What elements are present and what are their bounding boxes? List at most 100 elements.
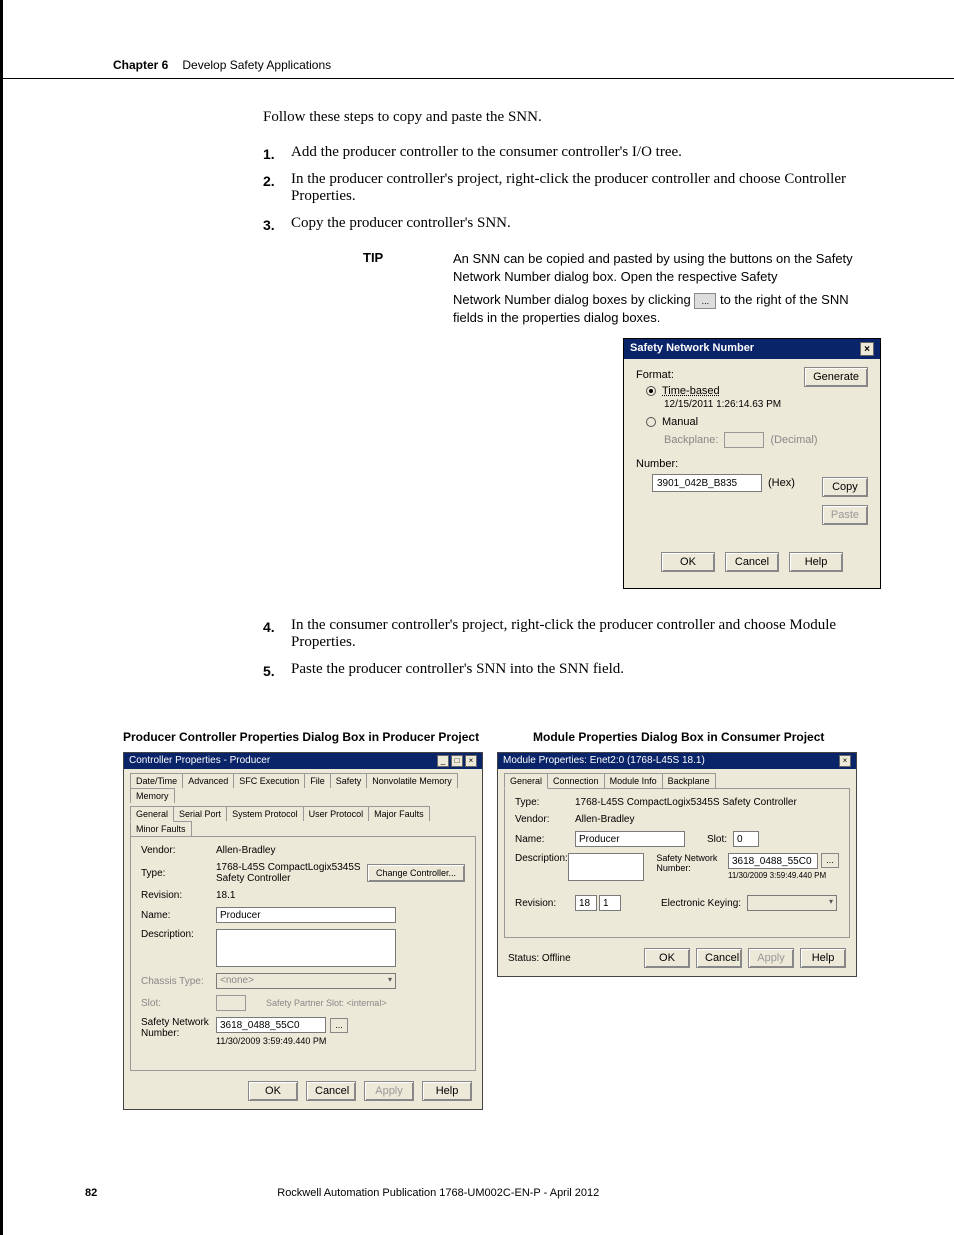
steps-list-2: 4.In the consumer controller's project, … xyxy=(263,617,879,678)
radio-icon xyxy=(646,417,656,427)
steps-list: 1.Add the producer controller to the con… xyxy=(263,144,879,232)
snn-input[interactable] xyxy=(728,853,818,869)
snn-title-text: Safety Network Number xyxy=(630,342,754,356)
main-content: Follow these steps to copy and paste the… xyxy=(3,79,954,678)
step-2: 2.In the producer controller's project, … xyxy=(291,171,879,205)
dlg2-tabs: General Connection Module Info Backplane xyxy=(498,769,856,788)
tip-line1: An SNN can be copied and pasted by using… xyxy=(453,250,879,285)
close-icon[interactable]: × xyxy=(465,755,477,767)
tab-memory[interactable]: Memory xyxy=(130,788,175,803)
snn-input[interactable] xyxy=(216,1017,326,1033)
number-label: Number: xyxy=(636,458,868,470)
snn-number-input[interactable] xyxy=(652,474,762,492)
type-value: 1768-L45S CompactLogix5345S Safety Contr… xyxy=(575,797,797,808)
help-button[interactable]: Help xyxy=(789,552,843,572)
timestamp-text: 12/15/2011 1:26:14.63 PM xyxy=(664,399,868,410)
page-header: Chapter 6 Develop Safety Applications xyxy=(3,50,954,79)
tab-connection[interactable]: Connection xyxy=(547,773,605,788)
dlg1-tabs-bot: General Serial Port System Protocol User… xyxy=(124,802,482,836)
page-number: 82 xyxy=(85,1187,97,1199)
tab-file[interactable]: File xyxy=(304,773,331,788)
tab-general[interactable]: General xyxy=(130,806,174,822)
tab-advanced[interactable]: Advanced xyxy=(182,773,234,788)
tab-datetime[interactable]: Date/Time xyxy=(130,773,183,788)
tab-backplane[interactable]: Backplane xyxy=(662,773,716,788)
tab-userproto[interactable]: User Protocol xyxy=(303,806,370,821)
tab-nvmem[interactable]: Nonvolatile Memory xyxy=(366,773,458,788)
step-1: 1.Add the producer controller to the con… xyxy=(291,144,879,161)
manual-radio[interactable]: Manual xyxy=(646,416,868,428)
generate-button[interactable]: Generate xyxy=(804,367,868,387)
tab-serial[interactable]: Serial Port xyxy=(173,806,227,821)
hex-label: (Hex) xyxy=(768,477,795,489)
copy-button[interactable]: Copy xyxy=(822,477,868,497)
tab-moduleinfo[interactable]: Module Info xyxy=(604,773,663,788)
dlg1-tabs-top: Date/Time Advanced SFC Execution File Sa… xyxy=(124,769,482,803)
apply-button: Apply xyxy=(748,948,794,968)
desc-textarea[interactable] xyxy=(568,853,645,881)
type-value: 1768-L45S CompactLogix5345S Safety Contr… xyxy=(216,862,361,884)
backplane-input xyxy=(724,432,764,448)
ok-button[interactable]: OK xyxy=(248,1081,298,1101)
chapter-label: Chapter 6 xyxy=(113,58,168,72)
tab-safety[interactable]: Safety xyxy=(330,773,368,788)
ok-button[interactable]: OK xyxy=(661,552,715,572)
tab-minorfaults[interactable]: Minor Faults xyxy=(130,821,192,836)
tab-general[interactable]: General xyxy=(504,773,548,789)
step-4: 4.In the consumer controller's project, … xyxy=(291,617,879,651)
ok-button[interactable]: OK xyxy=(644,948,690,968)
vendor-value: Allen-Bradley xyxy=(216,845,275,856)
slot-input xyxy=(216,995,246,1011)
radio-icon xyxy=(646,386,656,396)
cancel-button[interactable]: Cancel xyxy=(725,552,779,572)
dlg1-panel: Vendor:Allen-Bradley Type: 1768-L45S Com… xyxy=(130,836,476,1071)
cancel-button[interactable]: Cancel xyxy=(306,1081,356,1101)
tab-sfc[interactable]: SFC Execution xyxy=(233,773,305,788)
rev-minor-input[interactable] xyxy=(599,895,621,911)
vendor-value: Allen-Bradley xyxy=(575,814,634,825)
change-controller-button[interactable]: Change Controller... xyxy=(367,864,465,882)
caption-consumer: Module Properties Dialog Box in Consumer… xyxy=(533,730,824,744)
help-button[interactable]: Help xyxy=(800,948,846,968)
tip-label: TIP xyxy=(363,250,453,285)
tip-line2: Network Number dialog boxes by clicking … xyxy=(453,291,879,326)
rev-major-input[interactable] xyxy=(575,895,597,911)
minimize-icon[interactable]: _ xyxy=(437,755,449,767)
page-footer: 82 Rockwell Automation Publication 1768-… xyxy=(3,1187,954,1199)
close-icon[interactable]: × xyxy=(839,755,851,767)
dlg2-titlebar: Module Properties: Enet2:0 (1768-L45S 18… xyxy=(498,753,856,769)
apply-button: Apply xyxy=(364,1081,414,1101)
dialogs-row: Controller Properties - Producer _ □ × D… xyxy=(3,752,954,1110)
module-properties-dialog: Module Properties: Enet2:0 (1768-L45S 18… xyxy=(497,752,857,977)
name-input[interactable] xyxy=(216,907,396,923)
snn-ellipsis-button[interactable]: ... xyxy=(330,1018,348,1033)
slot-input[interactable] xyxy=(733,831,759,847)
tab-sysproto[interactable]: System Protocol xyxy=(226,806,304,821)
name-input[interactable] xyxy=(575,831,685,847)
dlg2-panel: Type:1768-L45S CompactLogix5345S Safety … xyxy=(504,788,850,938)
tip-block: TIP An SNN can be copied and pasted by u… xyxy=(363,250,879,285)
snn-timestamp: 11/30/2009 3:59:49.440 PM xyxy=(728,871,839,880)
snn-dialog: Safety Network Number × Format: Time-bas… xyxy=(623,338,881,589)
controller-properties-dialog: Controller Properties - Producer _ □ × D… xyxy=(123,752,483,1110)
step-3: 3.Copy the producer controller's SNN. xyxy=(291,215,879,232)
chassis-select: <none> xyxy=(216,973,396,989)
tab-majorfaults[interactable]: Major Faults xyxy=(368,806,430,821)
dlg1-titlebar: Controller Properties - Producer _ □ × xyxy=(124,753,482,769)
ekey-select[interactable] xyxy=(747,895,837,911)
rev-value: 18.1 xyxy=(216,890,235,901)
snn-ellipsis-button[interactable]: ... xyxy=(821,853,839,868)
status-text: Status: Offline xyxy=(508,953,644,964)
ellipsis-button-icon: ... xyxy=(694,293,716,309)
maximize-icon[interactable]: □ xyxy=(451,755,463,767)
backplane-row: Backplane: (Decimal) xyxy=(664,432,868,448)
snn-label: Safety Network Number: xyxy=(656,853,724,873)
snn-titlebar: Safety Network Number × xyxy=(624,339,880,359)
intro-text: Follow these steps to copy and paste the… xyxy=(263,109,879,126)
cancel-button[interactable]: Cancel xyxy=(696,948,742,968)
caption-producer: Producer Controller Properties Dialog Bo… xyxy=(123,730,483,744)
close-icon[interactable]: × xyxy=(860,342,874,356)
help-button[interactable]: Help xyxy=(422,1081,472,1101)
desc-textarea[interactable] xyxy=(216,929,396,967)
ekey-label: Electronic Keying: xyxy=(661,898,741,909)
